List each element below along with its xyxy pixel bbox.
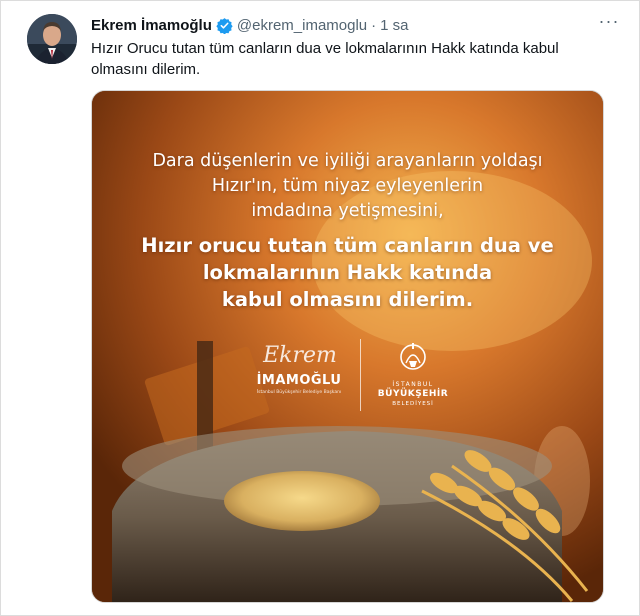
tweet-image[interactable]: Dara düşenlerin ve iyiliği arayanların y… — [91, 90, 604, 603]
ibb-emblem-icon — [400, 343, 426, 370]
tweet-header: Ekrem İmamoğlu @ekrem_imamoglu · 1 sa — [91, 15, 619, 35]
quote-line: Hızır'ın, tüm niyaz eyleyenlerin — [211, 176, 484, 196]
signature-name: İMAMOĞLU — [256, 373, 342, 388]
ibb-subtitle: BELEDİYESİ — [392, 401, 434, 407]
verified-badge-icon — [216, 17, 233, 34]
signature-subtitle: İstanbul Büyükşehir Belediye Başkanı — [256, 390, 342, 395]
avatar[interactable] — [27, 14, 77, 64]
signature-script: Ekrem — [263, 343, 337, 368]
logo-divider — [360, 339, 361, 411]
tweet-text: Hızır Orucu tutan tüm canların dua ve lo… — [91, 40, 559, 78]
quote-line: imdadına yetişmesini, — [251, 201, 444, 221]
author-handle[interactable]: @ekrem_imamoglu — [237, 17, 367, 34]
quote-bold-line: Hızır orucu tutan tüm canların dua ve — [141, 234, 554, 257]
tweet[interactable]: Ekrem İmamoğlu @ekrem_imamoglu · 1 sa ··… — [0, 0, 640, 616]
quote-bold-line: kabul olmasını dilerim. — [221, 288, 474, 311]
author-name[interactable]: Ekrem İmamoğlu — [91, 17, 212, 34]
avatar-photo — [27, 14, 77, 64]
logo-block: Ekrem İMAMOĞLU İstanbul Büyükşehir Beled… — [242, 337, 462, 417]
tweet-timestamp[interactable]: 1 sa — [380, 17, 408, 34]
separator-dot: · — [371, 16, 377, 34]
ibb-title: BÜYÜKŞEHİR — [377, 389, 449, 399]
greeting-quote: Dara düşenlerin ve iyiliği arayanların y… — [112, 149, 583, 313]
more-options-icon[interactable]: ··· — [597, 11, 621, 35]
quote-line: Dara düşenlerin ve iyiliği arayanların y… — [152, 151, 543, 171]
ibb-city-label: İSTANBUL — [392, 381, 434, 388]
quote-bold-line: lokmalarının Hakk katında — [202, 261, 493, 284]
